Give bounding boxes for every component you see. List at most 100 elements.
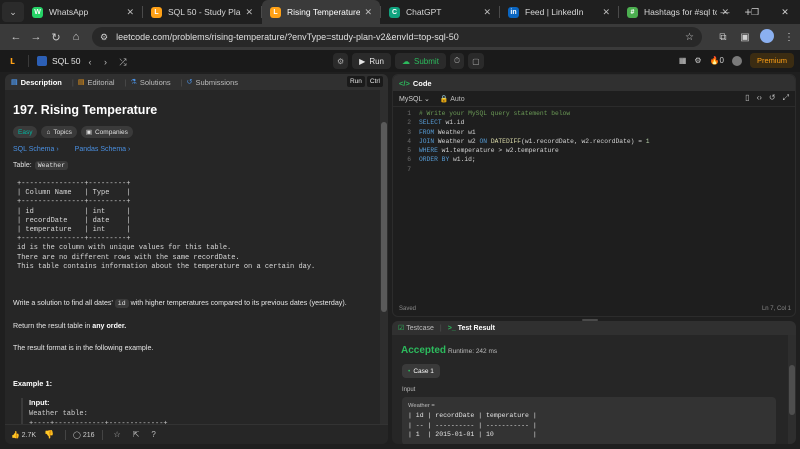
share-icon[interactable]: ⇱	[133, 430, 140, 439]
run-label: Run	[369, 56, 385, 66]
streak-counter[interactable]: 🔥0	[710, 56, 724, 65]
run-button[interactable]: ▶ Run	[352, 53, 392, 69]
browser-tab[interactable]: L SQL 50 - Study Plan - ✕	[143, 0, 261, 24]
layout-icon[interactable]: ▦	[679, 56, 687, 65]
tab-close-icon[interactable]: ✕	[483, 7, 491, 18]
comment-icon: ◯	[73, 431, 81, 439]
chevron-right-icon: ›	[56, 146, 59, 153]
problem-footer: 👍 2.7K 👎 ◯ 216 ☆ ⇱ ?	[5, 424, 388, 444]
timer-icon[interactable]: ⏱	[449, 53, 465, 69]
tab-submissions[interactable]: ↺ Submissions	[187, 78, 238, 87]
chevron-right-icon: ›	[128, 146, 131, 153]
extensions-icon[interactable]: ⧉	[712, 32, 734, 43]
study-plan-link[interactable]: SQL 50	[37, 56, 81, 66]
tab-close-icon[interactable]: ✕	[364, 7, 372, 18]
language-select[interactable]: MySQL ⌄	[399, 95, 430, 103]
companies-chip[interactable]: ▣ Companies	[80, 126, 133, 138]
history-icon: ↺	[186, 79, 193, 86]
fullscreen-icon[interactable]: ⤢	[783, 93, 789, 103]
tab-test-result[interactable]: >_ Test Result	[448, 325, 495, 332]
table-label-line: Table: Weather	[13, 161, 380, 170]
forward-icon[interactable]: →	[26, 31, 46, 43]
home-icon[interactable]: ⌂	[66, 31, 86, 43]
editor-toolbar-icons: ▯ ‹› ↺ ⤢	[745, 93, 789, 103]
browser-tab-label: WhatsApp	[49, 7, 89, 17]
restore-icon[interactable]: ❐	[740, 0, 770, 24]
description-icon: ▤	[11, 79, 18, 86]
pandas-schema-link[interactable]: Pandas Schema ›	[75, 146, 131, 153]
result-scrollbar[interactable]	[788, 335, 796, 444]
checkbox-icon: ☑	[398, 325, 405, 332]
browser-tab-label: Hashtags for #sql to	[644, 7, 718, 17]
browser-tab[interactable]: L Rising Temperature - ✕	[262, 0, 380, 24]
browser-tab-strip: ⌄ W WhatsApp ✕ L SQL 50 - Study Plan - ✕ L Risi…	[0, 0, 800, 24]
url-text: leetcode.com/problems/rising-temperature…	[116, 32, 459, 42]
code-area[interactable]: 1 # Write your MySQL query statement belo…	[393, 109, 795, 174]
footer-divider	[101, 429, 103, 440]
run-submit-group: ⚙ ▶ Run ☁ Submit ⏱ ▢	[333, 53, 484, 69]
back-icon[interactable]: ←	[6, 31, 26, 43]
shuffle-icon[interactable]: ⤮	[119, 57, 126, 67]
tab-testcase[interactable]: ☑ Testcase	[398, 324, 434, 332]
format-code-icon[interactable]: ‹›	[757, 93, 762, 103]
sql-schema-label: SQL Schema	[13, 146, 55, 153]
premium-button[interactable]: Premium	[749, 53, 794, 68]
settings-icon[interactable]: ⚙	[694, 56, 701, 65]
favorite-star-icon[interactable]: ☆	[114, 430, 121, 439]
result-scroll-thumb[interactable]	[789, 365, 795, 415]
account-area: ▦ ⚙ 🔥0 Premium	[679, 53, 794, 68]
line-number: 4	[407, 137, 411, 145]
auto-mode-toggle[interactable]: 🔒 Auto	[440, 95, 465, 103]
reload-icon[interactable]: ↻	[46, 31, 66, 44]
problem-scroll-thumb[interactable]	[381, 122, 387, 312]
bookmark-icon[interactable]: ▯	[745, 93, 749, 103]
user-avatar[interactable]	[731, 55, 742, 66]
reset-icon[interactable]: ↺	[769, 93, 776, 103]
submit-button[interactable]: ☁ Submit	[395, 53, 446, 69]
tab-solutions[interactable]: ⚗ Solutions	[131, 78, 171, 87]
sidebar-icon[interactable]: ▣	[734, 32, 756, 43]
tab-description-label: Description	[20, 77, 62, 87]
browser-tab[interactable]: W WhatsApp ✕	[24, 0, 142, 24]
tab-description[interactable]: ▤ Description	[11, 78, 62, 87]
problem-chips: Easy ⌂ Topics ▣ Companies	[13, 126, 380, 138]
notes-icon[interactable]: ▢	[468, 53, 484, 69]
tab-editorial[interactable]: ▤ Editorial	[78, 78, 115, 87]
profile-avatar[interactable]	[756, 28, 778, 46]
dislike-icon[interactable]: 👎	[44, 430, 54, 439]
help-icon[interactable]: ?	[151, 430, 155, 439]
browser-tab[interactable]: in Feed | LinkedIn ✕	[500, 0, 618, 24]
tab-search-icon[interactable]: ⌄	[2, 2, 24, 22]
prev-problem-icon[interactable]: ‹	[89, 57, 92, 67]
bookmark-star-icon[interactable]: ☆	[685, 32, 694, 43]
case-1-tab[interactable]: • Case 1	[402, 364, 440, 378]
input-table: | id | recordDate | temperature | | -- |…	[408, 412, 537, 438]
verdict-status: Accepted	[401, 345, 447, 356]
next-problem-icon[interactable]: ›	[104, 57, 107, 67]
debug-icon[interactable]: ⚙	[333, 53, 349, 69]
like-button[interactable]: 👍 2.7K	[11, 431, 36, 439]
tab-close-icon[interactable]: ✕	[126, 7, 134, 18]
example-title: Example 1:	[13, 379, 53, 389]
minimize-icon[interactable]: —	[710, 0, 740, 24]
comments-button[interactable]: ◯ 216	[73, 431, 94, 439]
sql-schema-link[interactable]: SQL Schema ›	[13, 146, 59, 153]
close-window-icon[interactable]: ✕	[770, 0, 800, 24]
leetcode-icon: L	[151, 6, 162, 18]
browser-tab[interactable]: C ChatGPT ✕	[381, 0, 499, 24]
run-shortcut-tooltip: Run Ctrl	[346, 76, 383, 87]
browser-menu-icon[interactable]: ⋮	[778, 32, 800, 43]
likes-count: 2.7K	[21, 431, 37, 439]
problem-scrollbar[interactable]	[380, 90, 388, 424]
topics-chip[interactable]: ⌂ Topics	[41, 126, 77, 138]
companies-label: Companies	[94, 128, 128, 136]
nav-divider	[28, 55, 29, 67]
leetcode-logo-icon[interactable]: ʟ	[10, 55, 20, 67]
example-input-text: Weather table: +----+------------+------…	[29, 410, 168, 424]
url-bar[interactable]: ⚙ leetcode.com/problems/rising-temperatu…	[92, 27, 702, 47]
tabs-container: W WhatsApp ✕ L SQL 50 - Study Plan - ✕ L Rising…	[24, 0, 737, 24]
tab-divider: |	[180, 77, 183, 87]
tab-close-icon[interactable]: ✕	[245, 7, 253, 18]
tab-close-icon[interactable]: ✕	[602, 7, 610, 18]
site-info-icon[interactable]: ⚙	[100, 32, 108, 43]
